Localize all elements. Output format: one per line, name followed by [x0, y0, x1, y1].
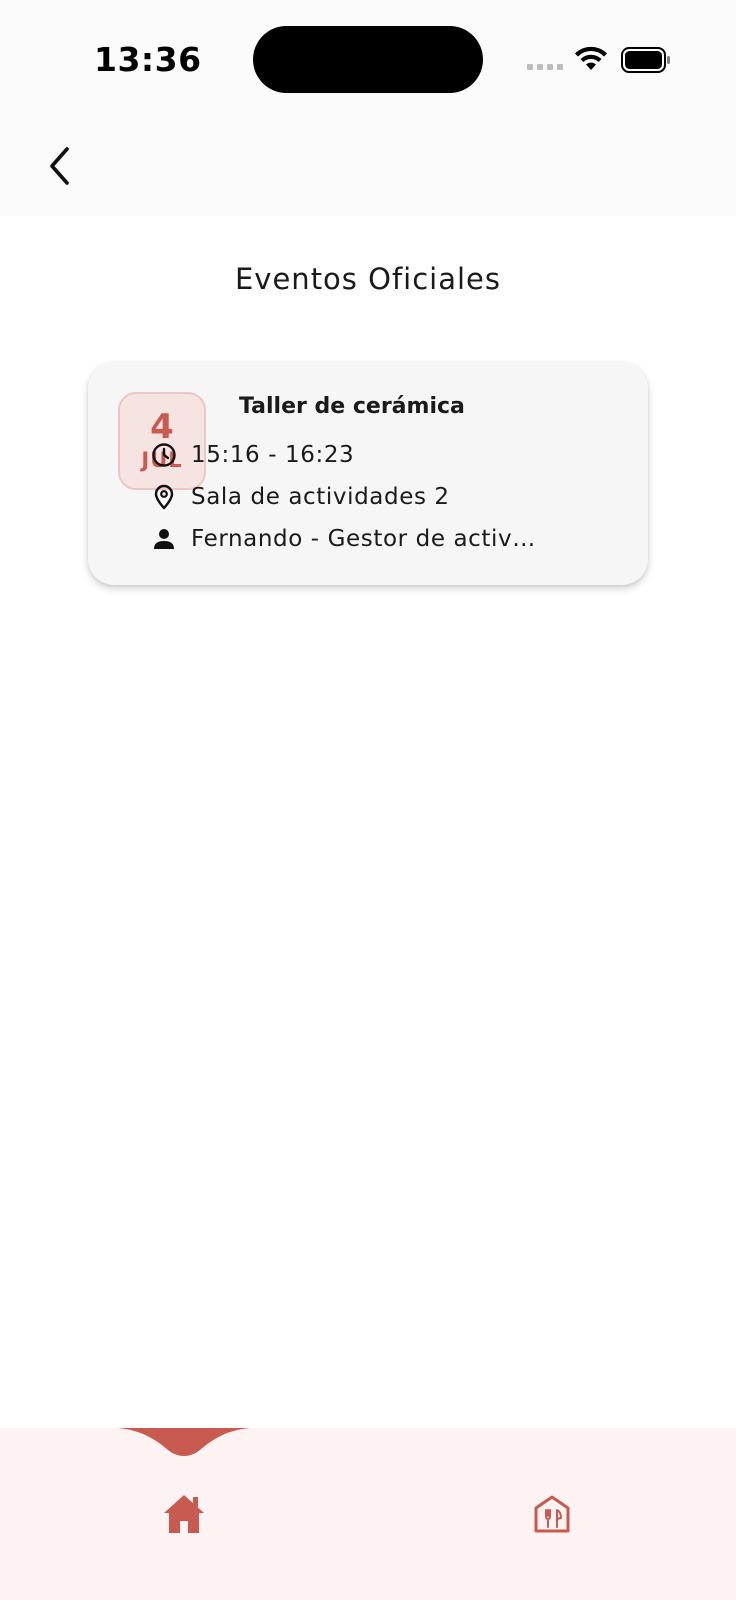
- event-location-row: Sala de actividades 2: [151, 482, 541, 512]
- cellular-signal-icon: [527, 64, 563, 70]
- status-bar: 13:36: [0, 0, 736, 120]
- clock-icon: [151, 442, 177, 468]
- nav-home-button[interactable]: [158, 1490, 210, 1542]
- chevron-left-icon: [47, 146, 73, 190]
- event-time-row: 15:16 - 16:23: [151, 440, 541, 470]
- location-pin-icon: [151, 484, 177, 510]
- page-title: Eventos Oficiales: [234, 262, 502, 296]
- event-title: Taller de cerámica: [239, 394, 465, 419]
- wifi-icon: [574, 46, 608, 76]
- active-tab-indicator: [118, 1428, 250, 1462]
- event-location: Sala de actividades 2: [191, 484, 450, 510]
- back-button[interactable]: [30, 138, 90, 198]
- app-bar: [0, 120, 736, 216]
- status-time: 13:36: [94, 40, 202, 79]
- dynamic-island: [253, 26, 483, 93]
- restaurant-icon: [532, 1494, 572, 1538]
- battery-icon: [621, 47, 671, 77]
- event-host: Fernando - Gestor de actividades: [191, 526, 536, 552]
- person-icon: [151, 526, 177, 552]
- nav-restaurant-button[interactable]: [526, 1490, 578, 1542]
- bottom-navigation: [0, 1428, 736, 1600]
- event-time: 15:16 - 16:23: [191, 442, 355, 468]
- home-icon: [162, 1493, 206, 1539]
- event-host-row: Fernando - Gestor de actividades: [151, 524, 541, 554]
